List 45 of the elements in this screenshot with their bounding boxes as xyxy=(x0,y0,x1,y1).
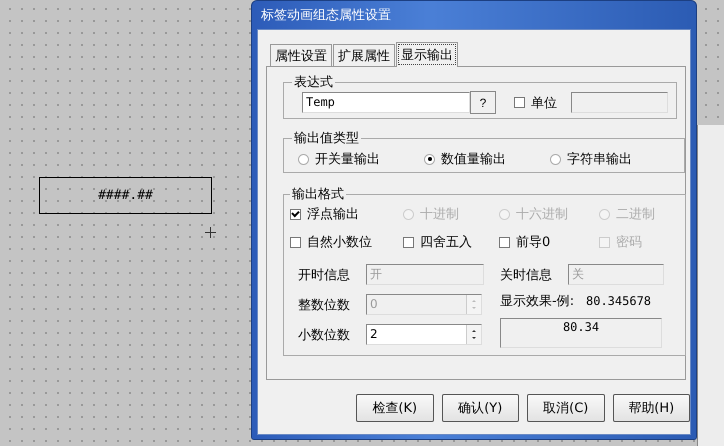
decimal-digits-label: 小数位数 xyxy=(298,326,351,344)
integer-digits-label: 整数位数 xyxy=(298,296,351,314)
checkbox[interactable] xyxy=(499,236,510,248)
browse-button[interactable]: ? xyxy=(470,91,496,114)
checkbox[interactable] xyxy=(290,236,301,248)
radio-label: 数值量输出 xyxy=(441,151,506,168)
radio-button[interactable] xyxy=(550,154,561,164)
unit-field[interactable] xyxy=(571,92,668,113)
unit-checkbox[interactable] xyxy=(514,97,525,108)
dialog-button[interactable]: 确认(Y) xyxy=(442,394,519,422)
expression-field[interactable]: Temp xyxy=(302,92,470,113)
checkbox[interactable] xyxy=(290,208,301,220)
group-title: 输出值类型 xyxy=(293,130,360,147)
checkbox-label: 自然小数位 xyxy=(307,234,372,251)
checkbox-label: 四舍五入 xyxy=(420,234,472,251)
example-label: 显示效果-例: xyxy=(500,293,576,310)
crosshair-icon xyxy=(205,227,216,238)
radio-label: 十六进制 xyxy=(516,206,568,223)
radio-label: 开关量输出 xyxy=(315,151,380,168)
checkbox-label: 浮点输出 xyxy=(307,206,359,223)
dialog-button[interactable]: 帮助(H) xyxy=(612,394,690,422)
checkbox-label: 密码 xyxy=(616,234,642,251)
on-message-label: 开时信息 xyxy=(298,266,351,284)
spin-arrows-icon[interactable] xyxy=(466,325,481,344)
radio-button[interactable] xyxy=(298,154,309,164)
checkbox[interactable] xyxy=(403,236,414,248)
unit-label: 单位 xyxy=(531,94,557,112)
off-message-label: 关时信息 xyxy=(500,266,553,284)
group-title: 表达式 xyxy=(293,74,334,91)
radio-button[interactable] xyxy=(424,154,435,164)
example-value: 80.345678 xyxy=(586,294,652,308)
tab[interactable]: 显示输出 xyxy=(396,42,458,67)
dialog-button[interactable]: 取消(C) xyxy=(527,394,604,422)
window-title: 标签动画组态属性设置 xyxy=(261,7,391,24)
tab[interactable]: 扩展属性 xyxy=(333,44,395,66)
checkbox-label: 前导0 xyxy=(516,234,550,251)
group-title: 输出格式 xyxy=(291,186,345,203)
radio-label: 二进制 xyxy=(616,206,655,223)
dialog-button[interactable]: 检查(K) xyxy=(356,394,434,422)
tab[interactable]: 属性设置 xyxy=(270,44,332,66)
preview-display: 80.34 xyxy=(500,318,662,348)
decimal-digits-spinbox[interactable]: 2 xyxy=(366,324,482,345)
radio-label: 字符串输出 xyxy=(567,151,632,168)
display-object: ####.## xyxy=(39,177,212,214)
radio-label: 十进制 xyxy=(420,206,459,223)
